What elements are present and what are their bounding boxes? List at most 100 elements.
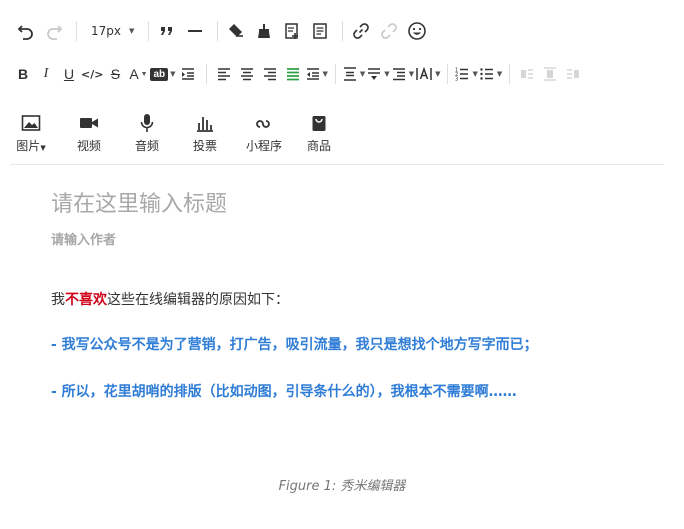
line-height-button[interactable]: ▼ — [342, 62, 365, 86]
eraser-icon — [229, 24, 244, 37]
paragraph-text: 这些在线编辑器的原因如下： — [107, 292, 289, 308]
horizontal-rule-button[interactable] — [183, 19, 207, 43]
redo-icon — [47, 25, 63, 40]
align-left-button[interactable] — [213, 62, 235, 86]
link-icon — [353, 23, 370, 39]
author-input[interactable]: 请输入作者 — [51, 229, 116, 248]
align-justify-icon — [286, 68, 299, 81]
background-color-button[interactable]: ab ▼ — [150, 62, 176, 86]
strike-label: S — [110, 66, 121, 82]
separator — [509, 64, 511, 84]
figure-caption: Figure 1: 秀米编辑器 — [278, 479, 406, 494]
document-button[interactable] — [308, 19, 332, 43]
text-indent-button[interactable]: ▼ — [391, 62, 414, 86]
insert-video-button[interactable]: 视频 — [74, 112, 104, 154]
align-center-icon — [240, 68, 253, 81]
chevron-down-icon: ▼ — [496, 70, 503, 78]
strikethrough-button[interactable]: S — [104, 62, 126, 86]
bold-label: B — [17, 66, 29, 82]
format-painter-button[interactable] — [252, 19, 276, 43]
toolbar-row-2: B I U </> S A ▼ ab ▼ ▼ ▼ ▼ ▼ ▼ 1 2 3 ▼ ▼ — [0, 62, 664, 86]
float-center-icon — [544, 67, 557, 81]
chevron-down-icon: ▼ — [408, 70, 415, 78]
bold-button[interactable]: B — [12, 62, 34, 86]
separator — [76, 21, 77, 41]
mini-program-icon — [255, 112, 273, 134]
media-label-video: 视频 — [76, 139, 101, 153]
indent-button[interactable] — [177, 62, 199, 86]
chevron-down-icon: ▼ — [170, 70, 176, 78]
italic-label: I — [43, 66, 49, 81]
chevron-down-icon: ▼ — [435, 70, 441, 78]
paragraph-2[interactable]: - 我写公众号不是为了营销，打广告，吸引流量，我只是想找个地方写字而已； — [51, 334, 538, 354]
outdent-button[interactable]: ▼ — [305, 62, 328, 86]
chevron-down-icon: ▼ — [384, 70, 390, 78]
document-icon — [313, 23, 328, 39]
font-size-value: 17px — [91, 24, 121, 38]
separator — [205, 64, 207, 84]
undo-button[interactable] — [14, 19, 38, 43]
font-color-label: A — [129, 66, 139, 82]
align-justify-button[interactable] — [282, 62, 304, 86]
align-right-button[interactable] — [259, 62, 281, 86]
float-left-button[interactable] — [516, 62, 538, 86]
letter-spacing-icon — [416, 66, 432, 80]
chevron-down-icon: ▼ — [322, 70, 328, 78]
float-right-icon — [567, 69, 580, 79]
insert-template-button[interactable] — [280, 19, 304, 43]
smiley-icon — [408, 22, 427, 40]
format-painter-icon — [258, 24, 271, 38]
insert-mini-program-button[interactable]: 小程序 — [244, 112, 284, 154]
quote-icon — [161, 27, 173, 35]
float-right-button[interactable] — [562, 62, 584, 86]
highlight-icon: ab — [150, 67, 169, 81]
paragraph-3[interactable]: - 所以，花里胡哨的排版（比如动图，引导条什么的），我根本不需要啊…… — [51, 381, 517, 401]
italic-button[interactable]: I — [35, 62, 57, 86]
line-height-icon — [343, 67, 356, 81]
bar-chart-icon — [196, 112, 214, 134]
emoji-button[interactable] — [405, 19, 429, 43]
text-indent-icon — [392, 68, 405, 81]
chevron-down-icon: ▼ — [472, 70, 478, 78]
document-add-icon — [285, 23, 299, 39]
horizontal-rule-icon — [188, 30, 203, 32]
ordered-list-button[interactable]: 1 2 3 ▼ — [454, 62, 477, 86]
unlink-button[interactable] — [377, 19, 401, 43]
image-icon — [21, 112, 41, 134]
insert-link-button[interactable] — [349, 19, 373, 43]
insert-image-button[interactable]: 图片▼ — [16, 112, 46, 154]
code-label: </> — [81, 67, 104, 81]
clear-format-button[interactable] — [224, 19, 248, 43]
redo-button[interactable] — [42, 19, 66, 43]
separator — [217, 21, 219, 41]
insert-audio-button[interactable]: 音频 — [132, 112, 162, 154]
shopping-bag-icon — [311, 112, 327, 134]
toolbar-row-1: 17px ▼ — [0, 17, 664, 45]
underline-button[interactable]: U — [58, 62, 80, 86]
align-left-icon — [217, 68, 230, 81]
unordered-list-button[interactable]: ▼ — [479, 62, 502, 86]
insert-product-button[interactable]: 商品 — [304, 112, 334, 154]
font-size-select[interactable]: 17px ▼ — [83, 19, 142, 43]
insert-vote-button[interactable]: 投票 — [190, 112, 220, 154]
unordered-list-icon — [480, 68, 493, 80]
highlighted-text: 不喜欢 — [65, 292, 107, 308]
title-input[interactable]: 请在这里输入标题 — [51, 186, 227, 218]
indent-icon — [181, 68, 194, 80]
font-color-button[interactable]: A ▼ — [127, 62, 149, 86]
blockquote-button[interactable] — [155, 19, 179, 43]
separator — [342, 21, 344, 41]
paragraph-spacing-button[interactable]: ▼ — [366, 62, 390, 86]
media-label-product: 商品 — [306, 139, 331, 153]
undo-icon — [17, 25, 33, 40]
align-right-icon — [263, 68, 276, 81]
inline-code-button[interactable]: </> — [81, 62, 103, 86]
chevron-down-icon: ▼ — [359, 70, 366, 78]
float-center-button[interactable] — [539, 62, 561, 86]
outdent-icon — [306, 68, 319, 80]
separator — [334, 64, 336, 84]
align-center-button[interactable] — [236, 62, 258, 86]
paragraph-1[interactable]: 我不喜欢这些在线编辑器的原因如下： — [51, 289, 289, 309]
letter-spacing-button[interactable]: ▼ — [415, 62, 440, 86]
float-left-icon — [521, 69, 534, 79]
